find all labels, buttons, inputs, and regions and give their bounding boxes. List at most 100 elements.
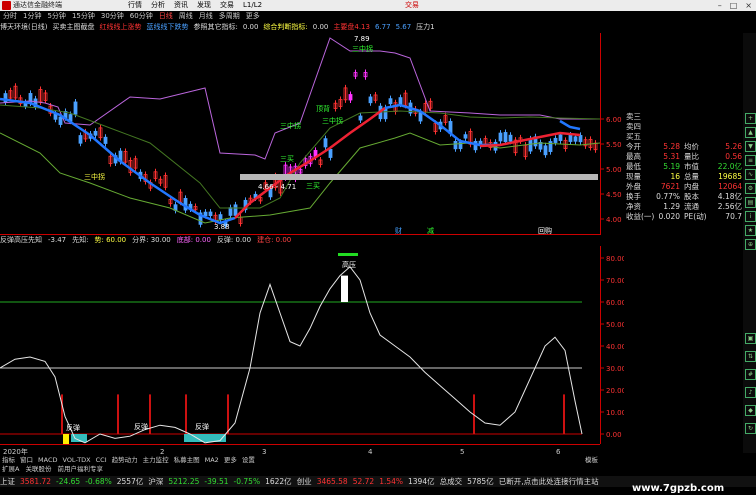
quote-row: 外盘 7621 内盘 12064: [626, 182, 742, 192]
period-tab[interactable]: 周线: [179, 11, 193, 22]
extension-tab[interactable]: 前用户福利专享: [57, 465, 103, 474]
period-tab[interactable]: 多周期: [219, 11, 240, 22]
osc-tick-label: 60.00: [606, 299, 624, 307]
quote-key: 股本: [684, 192, 699, 201]
period-tab[interactable]: 更多: [246, 11, 260, 22]
grid-icon[interactable]: #: [745, 369, 756, 380]
quote-value: 5.26: [725, 142, 742, 151]
indicator-tab[interactable]: MACD: [38, 456, 57, 465]
period-tab[interactable]: 日线: [159, 11, 173, 22]
price-tick-label: 4.50: [606, 191, 622, 199]
indicator-text: 博天环境(日线): [0, 23, 48, 31]
range-label: 4.66 - 4.71: [258, 183, 296, 191]
book-icon[interactable]: ▤: [745, 197, 756, 208]
indicator-text: 红线线上涨势: [99, 23, 142, 31]
indicator-tab[interactable]: MA2: [205, 456, 219, 465]
candle-body: [218, 214, 223, 220]
extension-tabs: 扩展A 关联股份 前用户福利专享: [0, 465, 602, 474]
candle-body: [323, 138, 328, 148]
menu-item-trade[interactable]: 交易: [220, 0, 234, 11]
osc-tick-label: 80.00: [606, 255, 624, 263]
close-icon[interactable]: ×: [745, 0, 752, 11]
period-tab[interactable]: 分时: [3, 11, 17, 22]
chart-icon[interactable]: ∿: [745, 169, 756, 180]
period-tabs: 分时 1分钟 5分钟 15分钟 30分钟 60分钟 日线 周线 月线 多周期 更多: [0, 11, 756, 22]
osc-tick-label: 40.00: [606, 343, 624, 351]
quote-row: 换手 0.77% 股本 4.18亿: [626, 192, 742, 202]
period-tab[interactable]: 5分钟: [47, 11, 65, 22]
candle-body: [368, 96, 373, 104]
menu-item-discover[interactable]: 发现: [197, 0, 211, 11]
extension-tab[interactable]: 扩展A: [2, 465, 19, 474]
minimize-icon[interactable]: –: [718, 0, 722, 11]
status-text: -24.65: [56, 477, 81, 486]
status-text: 1622亿: [265, 477, 292, 486]
indicator-text: 0.00: [312, 23, 329, 31]
rebound-label: 反弹: [195, 422, 209, 431]
trend-line-down: [0, 97, 236, 225]
gear-icon[interactable]: ⚙: [745, 183, 756, 194]
extension-tab[interactable]: 关联股份: [25, 465, 51, 474]
template-tab[interactable]: 模板: [585, 456, 598, 465]
quote-key: 买五: [626, 132, 641, 141]
menu-item-quotes[interactable]: 行情: [128, 0, 142, 11]
menu-item-analysis[interactable]: 分析: [151, 0, 165, 11]
status-text: 上证: [0, 477, 15, 486]
refresh-icon[interactable]: ↻: [745, 423, 756, 434]
watermark: www.7gpzb.com: [632, 483, 725, 494]
indicator-tab[interactable]: 趋势动力: [112, 456, 138, 465]
rebound-label: 反弹: [134, 422, 148, 431]
expand-icon[interactable]: +: [745, 113, 756, 124]
bell-icon[interactable]: ♪: [745, 387, 756, 398]
candle-body: [208, 211, 213, 217]
period-tab[interactable]: 月线: [199, 11, 213, 22]
trade-link[interactable]: 交易: [405, 0, 419, 11]
indicator-tab[interactable]: 更多: [224, 456, 237, 465]
candle-body: [398, 97, 403, 105]
candle-body: [508, 134, 513, 142]
quote-row: 今开 5.28 均价 5.26: [626, 142, 742, 152]
status-text: 5212.25: [168, 477, 200, 486]
candlestick-chart[interactable]: 6.00 5.50 5.00 4.50 4.00 7.89 3.88 4.66 - 4.71…: [0, 33, 624, 235]
quote-value: 7621: [660, 182, 680, 191]
info-icon[interactable]: i: [745, 211, 756, 222]
quote-key: 量比: [684, 152, 699, 161]
indicator-tab[interactable]: 私募主图: [174, 456, 200, 465]
indicator-tab[interactable]: 设置: [242, 456, 255, 465]
period-tab[interactable]: 15分钟: [72, 11, 95, 22]
period-tab[interactable]: 60分钟: [130, 11, 153, 22]
quote-row: 最高 5.31 量比 0.56: [626, 152, 742, 162]
indicator-tab[interactable]: CCI: [96, 456, 107, 465]
sub-indicator-text: -3.47: [48, 236, 67, 244]
indicator-tab[interactable]: 主力监控: [143, 456, 169, 465]
indicator-tab[interactable]: 指标: [2, 456, 15, 465]
panel-icon[interactable]: ▣: [745, 333, 756, 344]
lock-icon[interactable]: ◆: [745, 405, 756, 416]
star-icon[interactable]: ★: [745, 225, 756, 236]
status-text: 沪深: [148, 477, 164, 486]
quote-value: 0.020: [658, 212, 680, 221]
quote-key: 最高: [626, 152, 641, 161]
menu-item-l1l2[interactable]: L1/L2: [243, 0, 262, 11]
indicator-tab[interactable]: 窗口: [20, 456, 33, 465]
arrow-down-icon[interactable]: ▼: [745, 141, 756, 152]
status-text: 5785亿: [467, 477, 494, 486]
arrow-up-icon[interactable]: ▲: [745, 127, 756, 138]
maximize-icon[interactable]: □: [730, 0, 738, 11]
status-text: 2557亿: [116, 477, 144, 486]
candle-body: [348, 94, 353, 101]
quote-value: 5.31: [663, 152, 680, 161]
oscillator-chart[interactable]: 80.00 70.00 60.00 50.00 40.00 30.00 20.00 10.00…: [0, 246, 624, 444]
candle-body: [388, 98, 393, 105]
right-toolbar: + ▲ ▼ ≡ ∿ ⚙ ▤ i ★ ⊕ ▣ ⇅ # ♪ ◆ ↻: [743, 33, 756, 453]
period-tab[interactable]: 30分钟: [101, 11, 124, 22]
period-tab[interactable]: 1分钟: [23, 11, 41, 22]
swap-icon[interactable]: ⇅: [745, 351, 756, 362]
zoom-icon[interactable]: ⊕: [745, 239, 756, 250]
list-icon[interactable]: ≡: [745, 155, 756, 166]
quote-panel: 卖三 卖四 买五 今开 5.28 均价 5.26 最高 5.31 量比 0.56 最低 5.19 市值 22…: [624, 112, 742, 222]
menu-item-news[interactable]: 资讯: [174, 0, 188, 11]
indicator-tab[interactable]: VOL-TDX: [62, 456, 90, 465]
candle-body: [358, 115, 363, 121]
osc-tick-label: 0.00: [606, 431, 622, 439]
